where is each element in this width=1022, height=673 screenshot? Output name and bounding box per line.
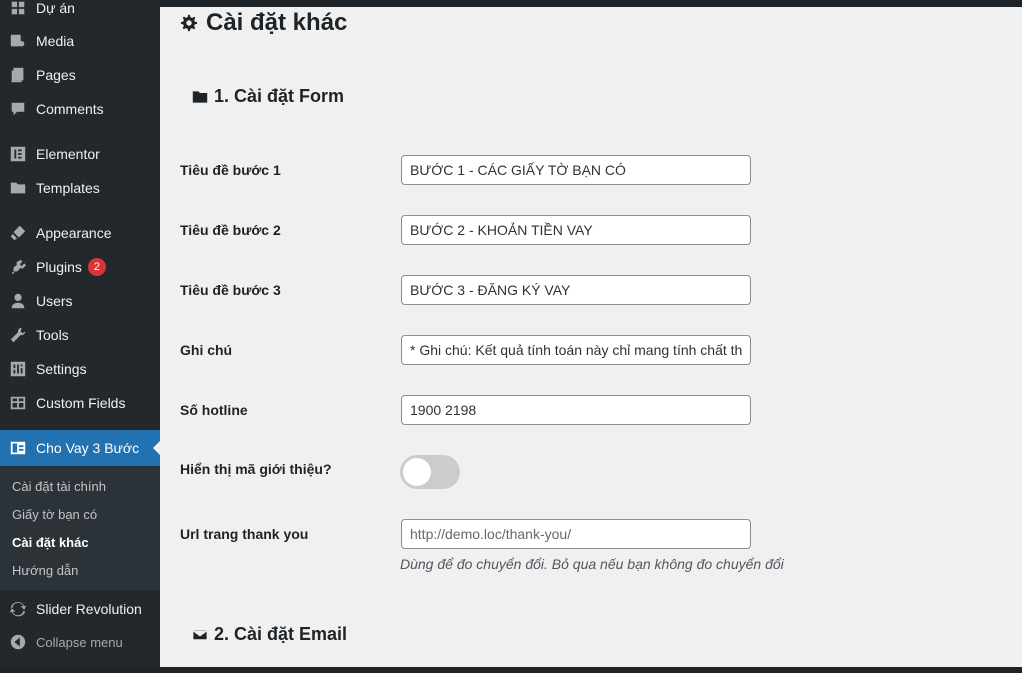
- submenu-item-giay-to-ban-co[interactable]: Giấy tờ bạn có: [12, 507, 97, 522]
- sidebar-item-label: Custom Fields: [36, 395, 126, 411]
- step1-input[interactable]: [401, 155, 751, 185]
- update-count-badge: 2: [87, 258, 106, 276]
- sidebar-item-users[interactable]: Users: [0, 284, 160, 318]
- user-icon: [0, 292, 36, 310]
- settings-icon: [0, 360, 36, 378]
- sidebar-item-label: Slider Revolution: [36, 601, 142, 617]
- pages-icon: [0, 66, 36, 84]
- thankyou-url-input[interactable]: [401, 519, 751, 549]
- collapse-icon: [0, 633, 36, 651]
- submenu-item-cai-dat-tai-chinh[interactable]: Cài đặt tài chính: [12, 479, 106, 494]
- sidebar-item-appearance[interactable]: Appearance: [0, 216, 160, 250]
- active-indicator: [153, 440, 160, 456]
- sidebar-item-label: Pages: [36, 67, 76, 83]
- sidebar-item-media[interactable]: Media: [0, 24, 160, 58]
- elementor-icon: [0, 145, 36, 163]
- gear-icon: [180, 14, 198, 32]
- sidebar-item-settings[interactable]: Settings: [0, 352, 160, 386]
- envelope-icon: [192, 629, 208, 640]
- form-icon: [0, 439, 36, 457]
- admin-sidebar: Dự án Media Pages Comments Elementor Tem…: [0, 0, 160, 673]
- sidebar-item-plugins[interactable]: Plugins 2: [0, 250, 160, 284]
- bottom-strip: [0, 667, 1022, 673]
- note-label: Ghi chú: [180, 342, 233, 358]
- page-title: Cài đặt khác: [180, 9, 347, 37]
- sidebar-item-label: Tools: [36, 327, 69, 343]
- sidebar-submenu: Cài đặt tài chính Giấy tờ bạn có Cài đặt…: [0, 466, 160, 590]
- refresh-icon: [0, 600, 36, 618]
- section-form-text: 1. Cài đặt Form: [214, 86, 345, 106]
- section-email-title: 2. Cài đặt Email: [192, 624, 347, 645]
- sidebar-item-label: Media: [36, 33, 75, 49]
- page-title-text: Cài đặt khác: [206, 9, 348, 36]
- sidebar-item-label: Templates: [36, 180, 100, 196]
- plugin-icon: [0, 258, 36, 276]
- submenu-item-cai-dat-khac[interactable]: Cài đặt khác: [12, 535, 89, 550]
- toggle-knob: [403, 458, 431, 486]
- thankyou-url-hint: Dùng để đo chuyển đổi. Bỏ qua nếu bạn kh…: [400, 556, 784, 572]
- step3-input[interactable]: [401, 275, 751, 305]
- wrench-icon: [0, 326, 36, 344]
- sidebar-item-label: Plugins: [36, 259, 82, 275]
- sidebar-item-cho-vay-3-buoc[interactable]: Cho Vay 3 Bước: [0, 430, 160, 466]
- sidebar-item-label: Dự án: [36, 0, 75, 16]
- main-content: Cài đặt khác 1. Cài đặt Form Tiêu đề bướ…: [160, 7, 1022, 667]
- sidebar-item-pages[interactable]: Pages: [0, 58, 160, 92]
- step1-label: Tiêu đề bước 1: [180, 162, 281, 178]
- media-icon: [0, 32, 36, 50]
- section-form-title: 1. Cài đặt Form: [192, 86, 344, 107]
- step3-label: Tiêu đề bước 3: [180, 282, 281, 298]
- sidebar-item-label: Comments: [36, 101, 104, 117]
- step2-label: Tiêu đề bước 2: [180, 222, 281, 238]
- collapse-menu-button[interactable]: Collapse menu: [0, 625, 160, 659]
- note-input[interactable]: [401, 335, 751, 365]
- sidebar-item-tools[interactable]: Tools: [0, 318, 160, 352]
- sidebar-item-label: Settings: [36, 361, 87, 377]
- hotline-input[interactable]: [401, 395, 751, 425]
- pin-icon: [0, 0, 36, 17]
- sidebar-item-custom-fields[interactable]: Custom Fields: [0, 386, 160, 420]
- sidebar-item-label: Users: [36, 293, 73, 309]
- comments-icon: [0, 100, 36, 118]
- submenu-item-huong-dan[interactable]: Hướng dẫn: [12, 563, 78, 578]
- sidebar-item-label: Cho Vay 3 Bước: [36, 440, 140, 456]
- referral-label: Hiển thị mã giới thiệu?: [180, 461, 332, 477]
- hotline-label: Số hotline: [180, 402, 248, 418]
- section-email-text: 2. Cài đặt Email: [214, 624, 348, 644]
- sidebar-item-templates[interactable]: Templates: [0, 171, 160, 205]
- sidebar-item-du-an[interactable]: Dự án: [0, 0, 160, 25]
- brush-icon: [0, 224, 36, 242]
- referral-toggle[interactable]: [400, 455, 460, 489]
- folder-icon: [192, 90, 208, 103]
- folder-icon: [0, 179, 36, 197]
- sidebar-item-label: Appearance: [36, 225, 112, 241]
- step2-input[interactable]: [401, 215, 751, 245]
- sidebar-item-label: Elementor: [36, 146, 100, 162]
- sidebar-item-slider-revolution[interactable]: Slider Revolution: [0, 592, 160, 626]
- table-icon: [0, 394, 36, 412]
- thankyou-url-label: Url trang thank you: [180, 526, 309, 542]
- sidebar-item-elementor[interactable]: Elementor: [0, 137, 160, 171]
- sidebar-item-comments[interactable]: Comments: [0, 92, 160, 126]
- sidebar-item-label: Collapse menu: [36, 634, 123, 650]
